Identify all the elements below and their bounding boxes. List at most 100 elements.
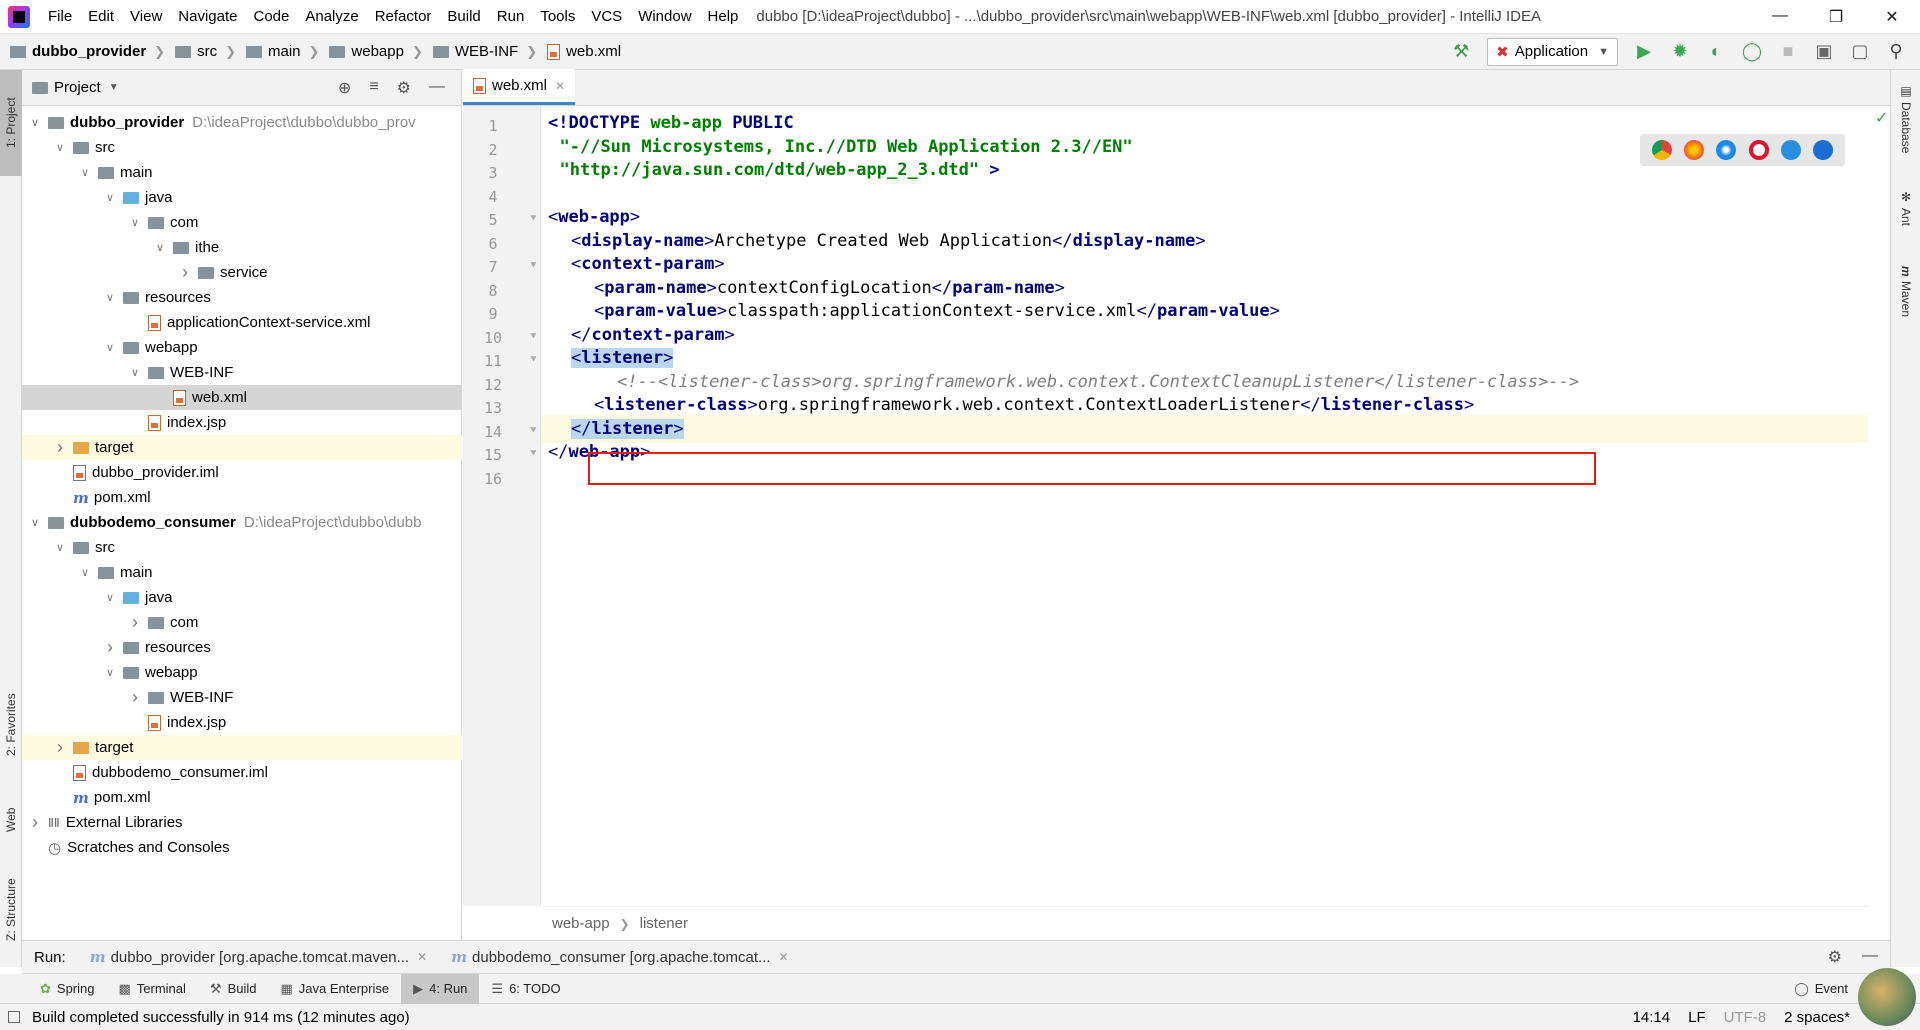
locate-icon[interactable]: ⊕ <box>338 78 351 98</box>
event-log-button[interactable]: ◯ Event <box>1782 974 1860 1004</box>
tree-item[interactable]: index.jsp <box>22 410 462 435</box>
caret-position[interactable]: 14:14 <box>1633 1009 1671 1026</box>
tree-item[interactable]: ∨ dubbo_provider D:\ideaProject\dubbo\dubb… <box>22 110 462 135</box>
crumb-web-xml[interactable]: web.xml <box>537 43 621 60</box>
chevron-down-icon[interactable]: ∨ <box>28 516 42 529</box>
coverage-icon[interactable]: ◐ <box>1704 40 1728 64</box>
java-enterprise-tool-button[interactable]: ▦ Java Enterprise <box>268 974 401 1004</box>
search-icon[interactable]: ⚲ <box>1884 40 1908 64</box>
line-separator[interactable]: LF <box>1688 1009 1706 1026</box>
internet-explorer-icon[interactable] <box>1780 140 1801 160</box>
status-message[interactable]: Build completed successfully in 914 ms (… <box>32 1009 410 1026</box>
project-view-label[interactable]: Project <box>54 79 101 96</box>
crumb-web-inf[interactable]: WEB-INF ❯ <box>423 43 537 60</box>
gear-icon[interactable]: ⚙ <box>397 78 411 98</box>
menu-build[interactable]: Build <box>439 0 488 34</box>
ant-tool-tab[interactable]: ✻ Ant <box>1891 190 1920 260</box>
tree-item[interactable]: › com <box>22 610 462 635</box>
menu-run[interactable]: Run <box>489 0 533 34</box>
file-encoding[interactable]: UTF-8 <box>1724 1009 1767 1026</box>
chevron-down-icon[interactable]: ∨ <box>28 116 42 129</box>
terminal-tool-button[interactable]: ▩ Terminal <box>106 974 197 1004</box>
crumb-main[interactable]: main ❯ <box>236 43 319 60</box>
chevron-down-icon[interactable]: ∨ <box>53 541 67 554</box>
run-tab-provider[interactable]: m dubbo_provider [org.apache.tomcat.maven… <box>78 940 439 974</box>
safari-icon[interactable] <box>1716 140 1737 160</box>
menu-view[interactable]: View <box>122 0 170 34</box>
fold-marker-icon[interactable]: ⯆ <box>529 425 538 438</box>
chevron-right-icon[interactable]: › <box>53 437 67 458</box>
tree-item[interactable]: › resources <box>22 635 462 660</box>
tree-item[interactable]: ∨ webapp <box>22 335 462 360</box>
database-tool-tab[interactable]: ▤ Database <box>1891 84 1920 184</box>
tree-item[interactable]: › service <box>22 260 462 285</box>
code-line[interactable] <box>542 462 1868 490</box>
tree-item[interactable]: ∨ WEB-INF <box>22 360 462 385</box>
chevron-down-icon[interactable]: ∨ <box>103 291 117 304</box>
menu-window[interactable]: Window <box>630 0 699 34</box>
chevron-down-icon[interactable]: ∨ <box>78 166 92 179</box>
chevron-right-icon[interactable]: › <box>28 812 42 833</box>
code-editor[interactable]: <!DOCTYPE web-app PUBLIC "-//Sun Microsys… <box>542 106 1868 906</box>
run-tool-button[interactable]: ▶ 4: Run <box>401 973 480 1004</box>
minimize-icon[interactable]: — <box>1752 7 1808 27</box>
chevron-right-icon[interactable]: › <box>103 637 117 658</box>
breadcrumb-web-app[interactable]: web-app <box>552 915 610 932</box>
tree-item[interactable]: ∨ src <box>22 135 462 160</box>
menu-code[interactable]: Code <box>245 0 297 34</box>
chevron-down-icon[interactable]: ∨ <box>53 141 67 154</box>
tree-item[interactable]: ∨ dubbodemo_consumer D:\ideaProject\dubbo\… <box>22 510 462 535</box>
menu-tools[interactable]: Tools <box>532 0 583 34</box>
collapse-all-icon[interactable]: ≡ <box>369 78 378 98</box>
hide-icon[interactable]: — <box>429 78 445 98</box>
menu-help[interactable]: Help <box>700 0 747 34</box>
favorites-tool-tab[interactable]: 2: Favorites <box>0 670 22 780</box>
tab-web-xml[interactable]: web.xml ✕ <box>463 69 576 105</box>
tree-item[interactable]: ∨ webapp <box>22 660 462 685</box>
indent-setting[interactable]: 2 spaces* <box>1784 1009 1850 1026</box>
fold-marker-icon[interactable]: ⯆ <box>529 213 538 226</box>
tree-item[interactable]: web.xml <box>22 385 462 410</box>
chrome-icon[interactable] <box>1652 140 1673 160</box>
chevron-right-icon[interactable]: › <box>128 612 142 633</box>
tree-item[interactable]: ◷ Scratches and Consoles <box>22 835 462 860</box>
project-structure-icon[interactable]: ▣ <box>1812 40 1836 64</box>
chevron-down-icon[interactable]: ∨ <box>103 591 117 604</box>
chevron-down-icon[interactable]: ∨ <box>103 341 117 354</box>
fold-marker-icon[interactable]: ⯆ <box>529 354 538 367</box>
chevron-down-icon[interactable]: ∨ <box>103 191 117 204</box>
debug-icon[interactable]: ✹ <box>1668 40 1692 64</box>
web-tool-tab[interactable]: Web <box>0 790 22 850</box>
close-tab-icon[interactable]: ✕ <box>555 79 565 93</box>
fold-marker-icon[interactable]: ⯆ <box>529 448 538 461</box>
layout-icon[interactable]: ▢ <box>1848 40 1872 64</box>
run-tab-consumer[interactable]: m dubbodemo_consumer [org.apache.tomcat..… <box>439 940 800 974</box>
close-icon[interactable]: ✕ <box>1864 7 1920 27</box>
chevron-right-icon[interactable]: › <box>178 262 192 283</box>
tree-item[interactable]: ∨ resources <box>22 285 462 310</box>
menu-file[interactable]: File <box>40 0 80 34</box>
edge-icon[interactable] <box>1812 140 1833 160</box>
menu-edit[interactable]: Edit <box>80 0 122 34</box>
menu-navigate[interactable]: Navigate <box>170 0 245 34</box>
menu-analyze[interactable]: Analyze <box>297 0 366 34</box>
run-icon[interactable]: ▶ <box>1632 40 1656 64</box>
tree-item[interactable]: ∨ src <box>22 535 462 560</box>
tree-item[interactable]: ∨ main <box>22 160 462 185</box>
maven-tool-tab[interactable]: m Maven <box>1891 266 1920 346</box>
tree-item[interactable]: applicationContext-service.xml <box>22 310 462 335</box>
crumb-project[interactable]: dubbo_provider ❯ <box>0 43 165 60</box>
fold-marker-icon[interactable]: ⯆ <box>529 260 538 273</box>
restore-icon[interactable]: ❐ <box>1808 7 1864 27</box>
project-tool-tab[interactable]: 1: Project <box>0 70 22 176</box>
gear-icon[interactable]: ⚙ <box>1828 947 1842 967</box>
menu-refactor[interactable]: Refactor <box>367 0 440 34</box>
run-configuration-select[interactable]: ✖ Application ▼ <box>1487 37 1618 66</box>
close-tab-icon[interactable]: ✕ <box>779 950 789 964</box>
chevron-right-icon[interactable]: › <box>128 687 142 708</box>
tree-item[interactable]: m pom.xml <box>22 785 462 810</box>
tree-item[interactable]: ∨ ithe <box>22 235 462 260</box>
build-tool-button[interactable]: ⚒ Build <box>198 974 269 1004</box>
tree-item[interactable]: ∨ java <box>22 185 462 210</box>
tree-item[interactable]: m pom.xml <box>22 485 462 510</box>
